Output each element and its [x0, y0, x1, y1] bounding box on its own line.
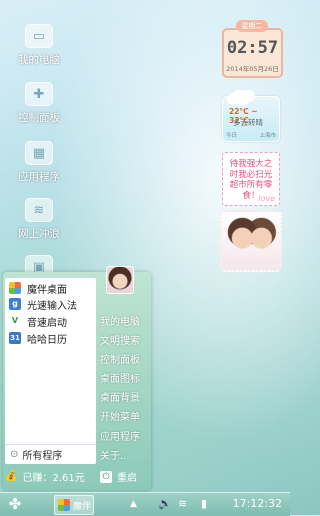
- sys-link-apps[interactable]: 应用程序: [100, 428, 140, 443]
- all-programs-label: 所有程序: [22, 450, 63, 462]
- restart-button[interactable]: ⏻ 重启: [100, 469, 137, 484]
- money-bag-icon: 💰: [5, 471, 18, 482]
- desktop-icon-label: 我的电脑: [18, 54, 60, 66]
- launcher-icon: V: [9, 315, 21, 327]
- wifi-icon[interactable]: ≋: [178, 497, 187, 511]
- sys-link-about[interactable]: 关于..: [100, 447, 126, 462]
- start-app-input-method[interactable]: g 光速输入法: [9, 297, 77, 312]
- weather-description: 多云转晴: [233, 118, 263, 127]
- desktop-icon-browser[interactable]: ≋ 网上冲浪: [8, 198, 70, 241]
- weather-footer: 今日 上海市: [226, 131, 276, 139]
- user-avatar[interactable]: [106, 266, 134, 294]
- clock-time: 02:57: [226, 38, 279, 58]
- battery-icon[interactable]: ▮: [201, 497, 207, 511]
- sys-link-desktop-icons[interactable]: 桌面图标: [100, 370, 140, 385]
- start-app-label: 光速输入法: [27, 300, 77, 312]
- mobanzhuomian-icon: [9, 282, 21, 294]
- earned-text: 已赚：2.61元: [22, 473, 85, 484]
- desktop-icon-label: 应用程序: [18, 171, 60, 183]
- weather-city: 上海市: [259, 133, 276, 139]
- note-love-text: love: [258, 194, 275, 203]
- control-panel-icon: ✚: [25, 82, 53, 106]
- start-button[interactable]: ✤: [6, 495, 24, 513]
- cloud-icon: [227, 93, 249, 105]
- input-method-icon: g: [9, 298, 21, 310]
- start-app-calendar[interactable]: 31 哈哈日历: [9, 331, 67, 346]
- volume-icon[interactable]: 🔈: [158, 497, 172, 511]
- desktop-icon-label: 网上冲浪: [18, 228, 60, 240]
- sys-link-desktop-background[interactable]: 桌面背景: [100, 389, 140, 404]
- restart-label: 重启: [117, 473, 137, 484]
- desktop-icon-label: 控制面板: [18, 112, 60, 124]
- weather-widget[interactable]: 22°C ~ 32°C 多云转晴 今日 上海市: [222, 93, 280, 142]
- taskbar: ✤ 魔伴 ▲ 🔈 ≋ ▮ 17:12:32: [0, 492, 290, 516]
- start-app-label: 魔伴桌面: [27, 284, 67, 296]
- sys-link-start-menu[interactable]: 开始菜单: [100, 408, 140, 423]
- sys-link-control-panel[interactable]: 控制面板: [100, 351, 140, 366]
- clock-widget[interactable]: 02:57 2014年05月26日: [222, 28, 283, 78]
- clock-date: 2014年05月26日: [226, 65, 279, 73]
- calendar-icon: 31: [9, 332, 21, 344]
- sys-link-search[interactable]: 文明搜索: [100, 332, 140, 347]
- taskbar-clock[interactable]: 17:12:32: [233, 497, 282, 510]
- desktop-icon-my-computer[interactable]: ▭ 我的电脑: [8, 24, 70, 67]
- moban-icon: [58, 499, 70, 511]
- start-app-launcher[interactable]: V 音速启动: [9, 314, 67, 329]
- arrow-right-icon: ⊙: [10, 448, 19, 460]
- start-app-label: 音速启动: [27, 317, 67, 329]
- apps-icon: ▦: [25, 141, 53, 165]
- clock-weekday: 星期二: [236, 20, 268, 32]
- all-programs-button[interactable]: ⊙ 所有程序: [5, 444, 96, 463]
- weather-today: 今日: [226, 133, 238, 139]
- computer-icon: ▭: [25, 24, 53, 48]
- desktop-icon-control-panel[interactable]: ✚ 控制面板: [8, 82, 70, 125]
- sys-link-my-computer[interactable]: 我的电脑: [100, 313, 140, 328]
- earned-balance[interactable]: 💰 已赚：2.61元: [5, 469, 85, 484]
- taskbar-app-label: 魔伴: [73, 501, 92, 512]
- tray-expand-icon[interactable]: ▲: [130, 497, 137, 511]
- desktop-icon-apps[interactable]: ▦ 应用程序: [8, 141, 70, 184]
- note-widget[interactable]: 待我强大之时我必扫光超市所有零食！ love: [222, 152, 280, 206]
- taskbar-app-moban[interactable]: 魔伴: [54, 495, 94, 515]
- start-app-mobanzhuomian[interactable]: 魔伴桌面: [9, 281, 67, 296]
- power-icon: ⏻: [100, 470, 112, 483]
- start-app-label: 哈哈日历: [27, 334, 67, 346]
- browser-icon: ≋: [25, 198, 53, 222]
- photo-widget[interactable]: [220, 210, 282, 272]
